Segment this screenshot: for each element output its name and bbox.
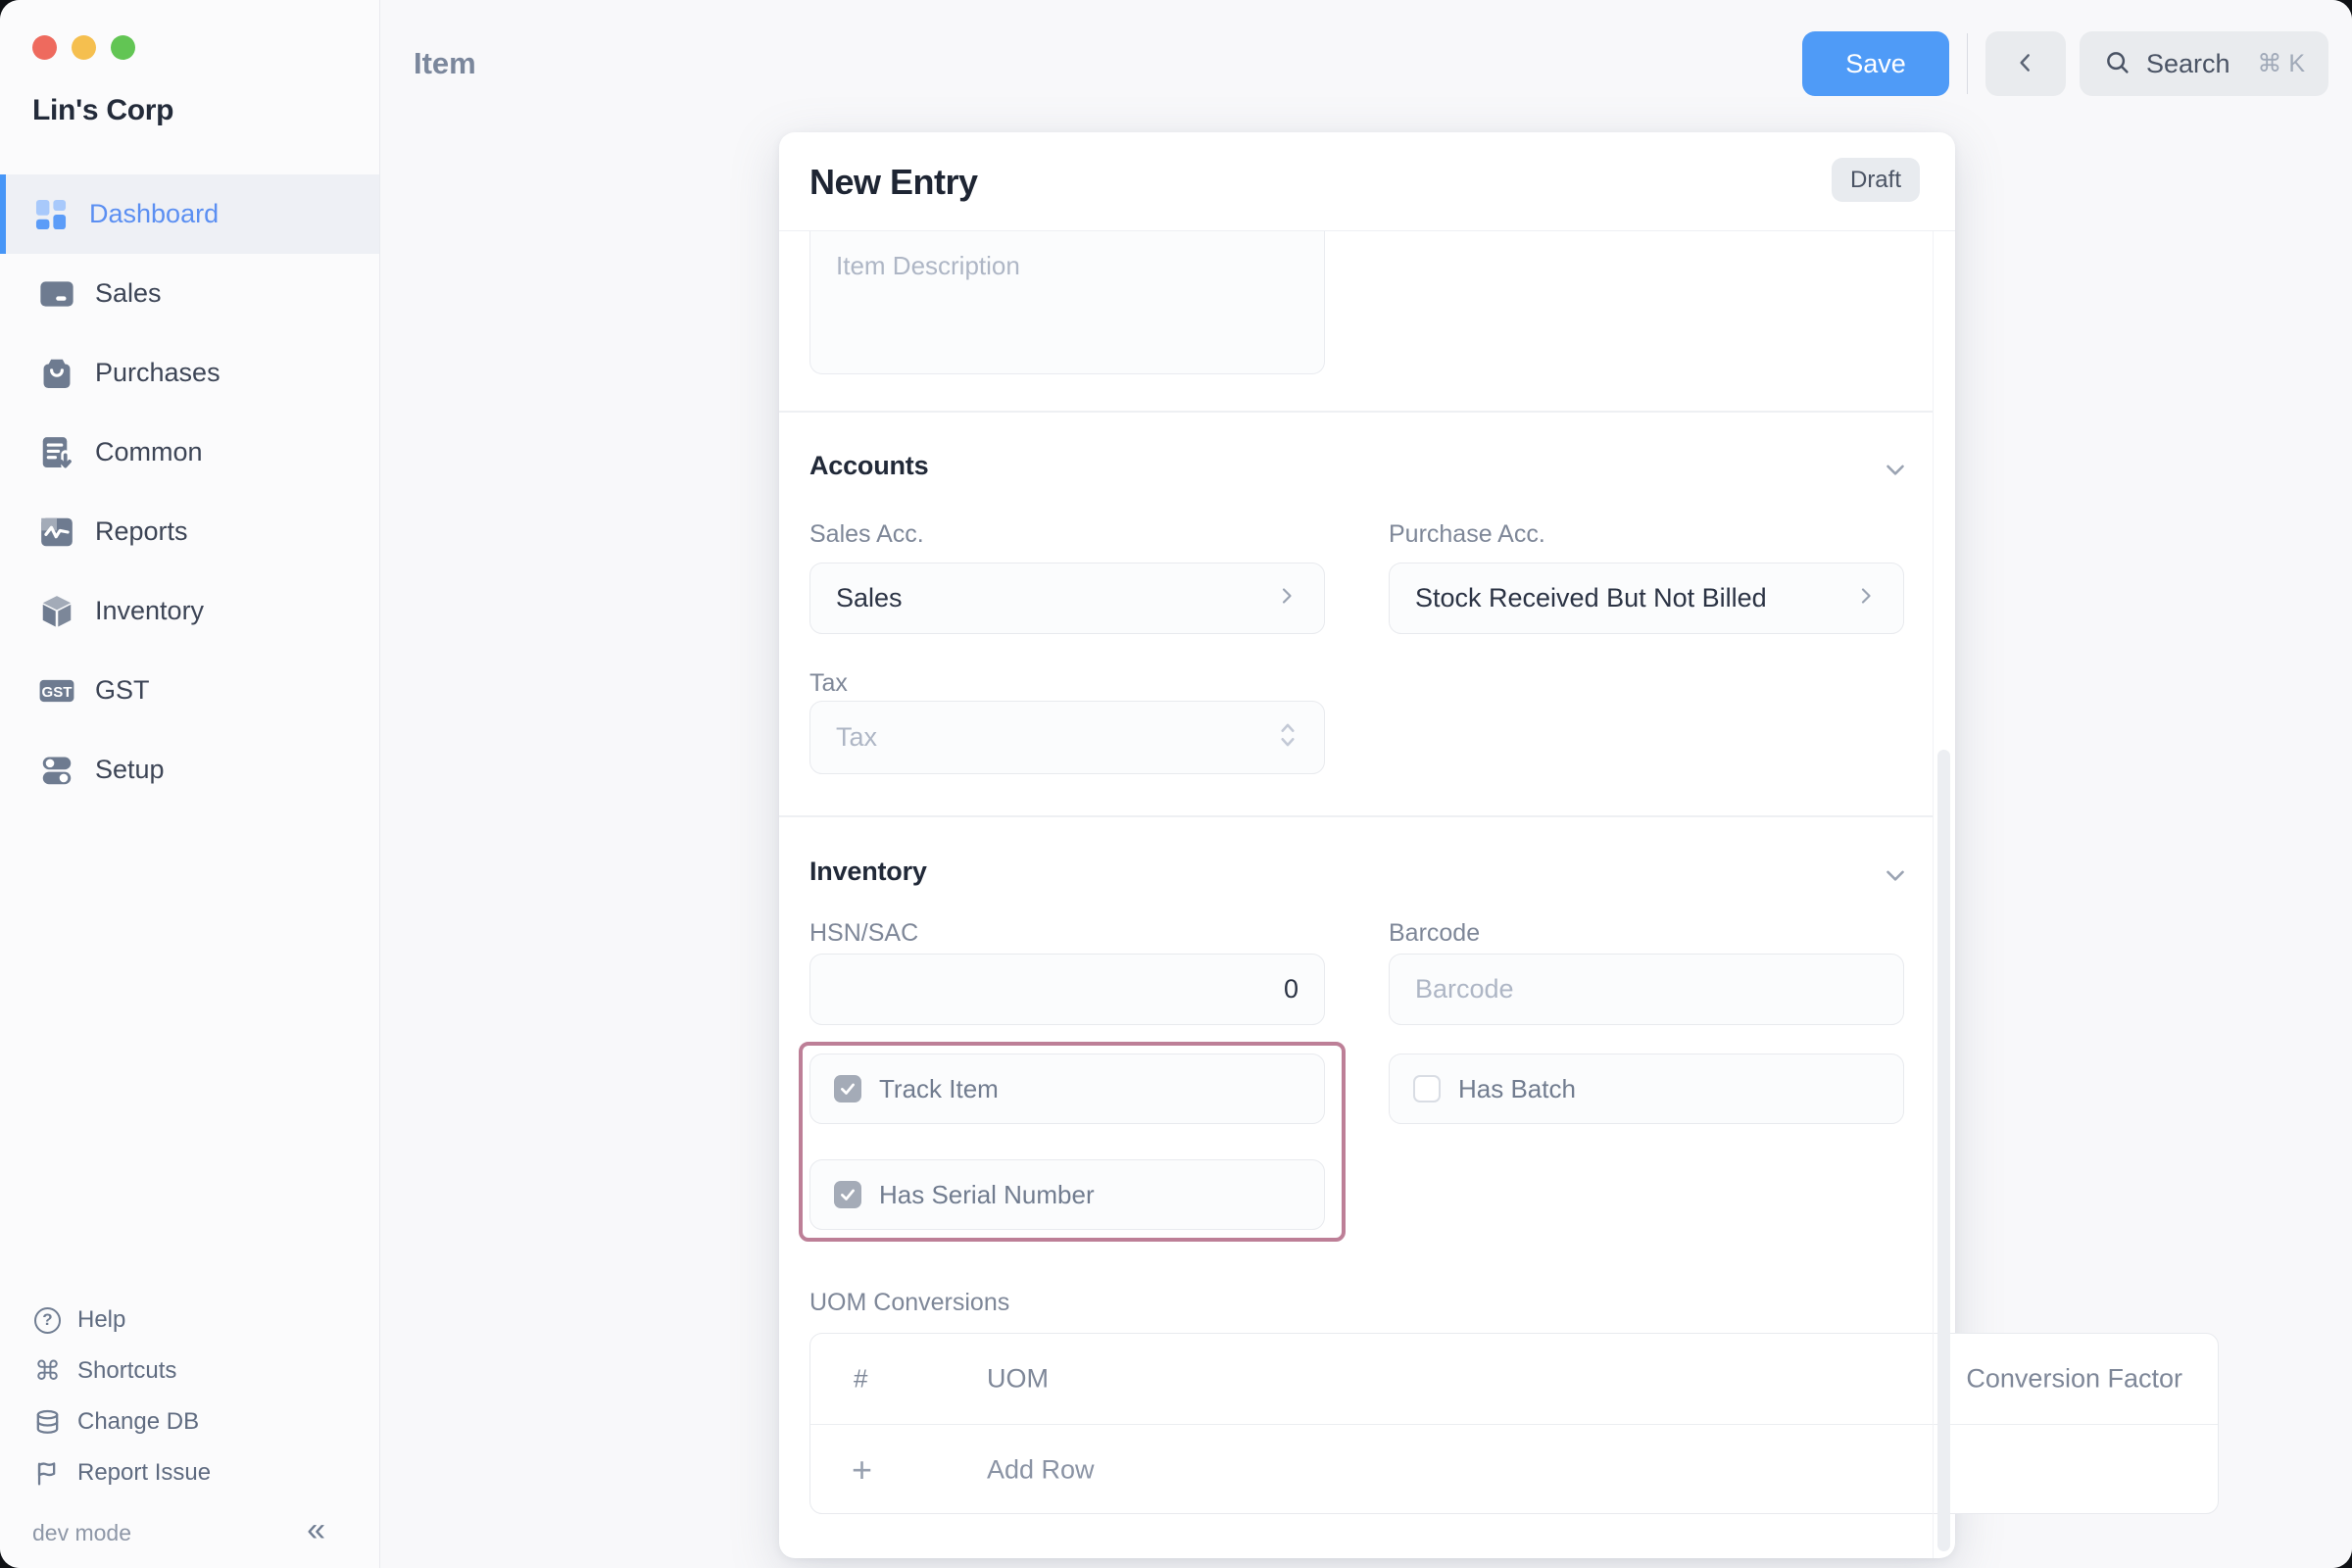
sidebar-item-common[interactable]: Common: [0, 413, 379, 492]
add-row-label: Add Row: [987, 1454, 1095, 1485]
uom-conversions-table: # UOM Conversion Factor + Add Row: [809, 1333, 2219, 1514]
tax-select[interactable]: Tax: [809, 701, 1325, 774]
plus-icon: +: [852, 1452, 872, 1488]
chevron-left-icon: [2013, 50, 2038, 78]
search-shortcut: ⌘ K: [2257, 49, 2305, 78]
sidebar-item-gst[interactable]: GST GST: [0, 651, 379, 730]
zoom-window-button[interactable]: [111, 35, 135, 60]
barcode-input[interactable]: [1415, 955, 1878, 1024]
sidebar-item-dashboard[interactable]: Dashboard: [0, 174, 379, 254]
sidebar-item-label: Purchases: [95, 358, 220, 388]
select-updown-icon: [1277, 719, 1298, 756]
sales-acc-field[interactable]: Sales: [809, 563, 1325, 634]
collapse-accounts-chevron-down-icon[interactable]: [1881, 455, 1910, 489]
barcode-field: [1389, 954, 1904, 1025]
sidebar-item-sales[interactable]: Sales: [0, 254, 379, 333]
track-item-field[interactable]: Track Item: [809, 1054, 1325, 1124]
section-divider: [779, 815, 1933, 817]
has-batch-checkbox[interactable]: [1413, 1075, 1441, 1102]
command-icon: ⌘: [32, 1356, 63, 1387]
package-box-icon: [38, 593, 75, 630]
uom-table-header: # UOM Conversion Factor: [810, 1334, 2218, 1424]
hsn-field: [809, 954, 1325, 1025]
change-db-link[interactable]: Change DB: [0, 1396, 379, 1447]
barcode-label: Barcode: [1389, 919, 1480, 948]
sidebar-item-label: Common: [95, 437, 203, 467]
accounts-section-heading: Accounts: [809, 451, 928, 481]
sidebar-item-label: Reports: [95, 516, 188, 547]
sidebar-item-label: Dashboard: [89, 199, 219, 229]
minimize-window-button[interactable]: [72, 35, 96, 60]
track-item-checkbox[interactable]: [834, 1075, 861, 1102]
sidebar-item-label: Setup: [95, 755, 165, 785]
panel-title: New Entry: [809, 162, 978, 203]
app-window: Lin's Corp Dashboard: [0, 0, 2352, 1568]
svg-text:GST: GST: [42, 684, 74, 701]
database-icon: [32, 1407, 63, 1438]
close-window-button[interactable]: [32, 35, 57, 60]
sidebar-item-label: Sales: [95, 278, 162, 309]
search-icon: [2103, 48, 2132, 80]
sidebar-item-inventory[interactable]: Inventory: [0, 571, 379, 651]
flag-icon: [32, 1458, 63, 1489]
search-label: Search: [2146, 49, 2230, 79]
purchase-acc-field[interactable]: Stock Received But Not Billed: [1389, 563, 1904, 634]
gst-icon: GST: [38, 672, 75, 710]
column-header-uom: UOM: [987, 1364, 1049, 1395]
sidebar-item-label: Inventory: [95, 596, 204, 626]
has-serial-number-checkbox[interactable]: [834, 1181, 861, 1208]
document-icon: [38, 434, 75, 471]
status-badge: Draft: [1832, 158, 1920, 202]
toggles-icon: [38, 752, 75, 789]
add-row-button[interactable]: + Add Row: [810, 1425, 2218, 1514]
sidebar-item-reports[interactable]: Reports: [0, 492, 379, 571]
window-controls: [32, 35, 135, 60]
topbar-divider: [1967, 33, 1968, 94]
sidebar-nav: Dashboard Sales: [0, 174, 379, 809]
credit-card-icon: [38, 275, 75, 313]
sidebar-footer: ? Help ⌘ Shortcuts Change DB: [0, 1295, 379, 1498]
hsn-label: HSN/SAC: [809, 919, 918, 948]
has-batch-field[interactable]: Has Batch: [1389, 1054, 1904, 1124]
chevron-right-icon: [1275, 584, 1298, 612]
chevron-right-icon: [1854, 584, 1878, 612]
collapse-sidebar-button[interactable]: «: [307, 1513, 325, 1546]
dev-mode-label: dev mode: [32, 1520, 131, 1546]
topbar: Item Save Search ⌘ K: [380, 0, 2352, 127]
uom-conversions-label: UOM Conversions: [809, 1289, 1009, 1317]
has-serial-number-field[interactable]: Has Serial Number: [809, 1159, 1325, 1230]
search-button[interactable]: Search ⌘ K: [2080, 31, 2328, 96]
hsn-input[interactable]: [836, 955, 1298, 1024]
shopping-bag-icon: [38, 355, 75, 392]
sidebar-item-purchases[interactable]: Purchases: [0, 333, 379, 413]
back-button[interactable]: [1985, 31, 2066, 96]
purchase-acc-label: Purchase Acc.: [1389, 520, 1545, 549]
sidebar: Lin's Corp Dashboard: [0, 0, 380, 1568]
item-description-input[interactable]: [809, 231, 1325, 374]
collapse-inventory-chevron-down-icon[interactable]: [1881, 860, 1910, 895]
inventory-section-heading: Inventory: [809, 857, 927, 887]
help-icon: ?: [32, 1305, 63, 1336]
sidebar-item-label: GST: [95, 675, 150, 706]
column-header-index: #: [854, 1364, 867, 1395]
dashboard-icon: [32, 196, 70, 233]
report-issue-link[interactable]: Report Issue: [0, 1447, 379, 1498]
company-name: Lin's Corp: [32, 94, 173, 127]
help-link[interactable]: ? Help: [0, 1295, 379, 1346]
sidebar-item-setup[interactable]: Setup: [0, 730, 379, 809]
save-button[interactable]: Save: [1802, 31, 1949, 96]
main-area: Item Save Search ⌘ K: [380, 0, 2352, 1568]
activity-chart-icon: [38, 514, 75, 551]
page-title: Item: [414, 46, 476, 81]
new-entry-panel: New Entry Draft Accounts Sales Acc. Sale…: [779, 132, 1955, 1558]
shortcuts-link[interactable]: ⌘ Shortcuts: [0, 1346, 379, 1396]
sales-acc-label: Sales Acc.: [809, 520, 924, 549]
scrollbar-thumb[interactable]: [1937, 750, 1950, 1551]
section-divider: [779, 411, 1933, 413]
column-header-conversion-factor: Conversion Factor: [1966, 1364, 2182, 1395]
tax-label: Tax: [809, 669, 848, 698]
scroll-gutter-divider: [1933, 231, 1934, 1558]
